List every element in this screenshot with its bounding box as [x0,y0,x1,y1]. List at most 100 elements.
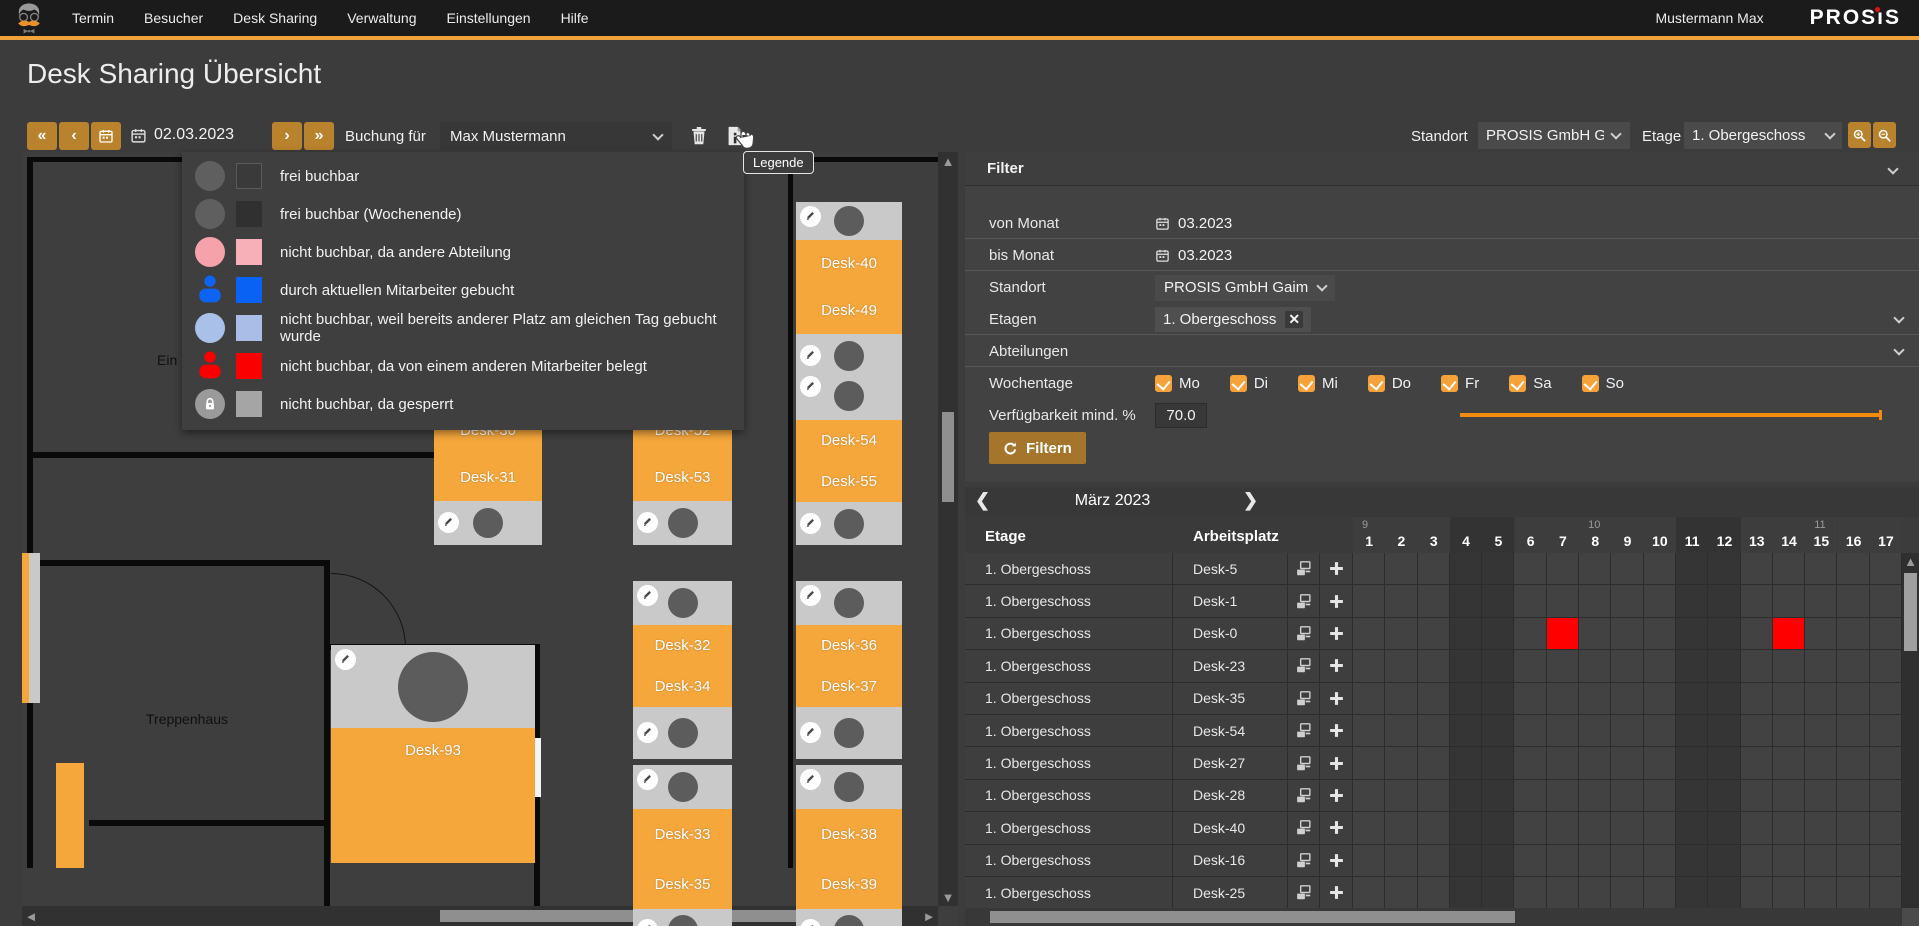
remove-chip-icon[interactable]: ✕ [1285,311,1303,328]
day-cell[interactable] [1547,618,1579,650]
day-cell[interactable] [1418,618,1450,650]
day-cell[interactable] [1741,618,1773,650]
checkbox-checked-icon[interactable] [1368,375,1385,392]
date-fast-back-button[interactable]: « [27,122,57,150]
day-cell[interactable] [1611,553,1643,585]
day-cell[interactable] [1385,877,1417,909]
day-cell[interactable] [1353,877,1385,909]
day-cell[interactable] [1579,715,1611,747]
day-cell[interactable] [1837,618,1869,650]
day-cell[interactable] [1450,683,1482,715]
date-fast-forward-button[interactable]: » [304,122,334,150]
day-cell[interactable] [1353,715,1385,747]
day-cell[interactable] [1741,747,1773,779]
day-cell[interactable] [1385,585,1417,617]
day-cell[interactable] [1579,618,1611,650]
day-cell[interactable] [1676,877,1708,909]
day-cell[interactable] [1418,812,1450,844]
day-cell[interactable] [1482,585,1514,617]
add-booking-button[interactable] [1320,715,1353,747]
add-booking-button[interactable] [1320,812,1353,844]
day-cell[interactable] [1514,618,1546,650]
day-cell[interactable] [1450,618,1482,650]
menu-besucher[interactable]: Besucher [144,10,203,26]
day-cell[interactable] [1611,877,1643,909]
day-cell[interactable] [1837,747,1869,779]
desk-details-button[interactable] [1288,553,1321,585]
zoom-in-button[interactable] [1848,122,1871,148]
day-cell[interactable] [1805,845,1837,877]
day-cell[interactable] [1611,618,1643,650]
day-cell[interactable] [1450,780,1482,812]
day-cell[interactable] [1353,618,1385,650]
day-cell[interactable] [1482,877,1514,909]
add-booking-button[interactable] [1320,683,1353,715]
day-cell[interactable] [1870,877,1902,909]
date-back-button[interactable]: ‹ [59,122,89,150]
add-booking-button[interactable] [1320,780,1353,812]
day-cell[interactable] [1870,585,1902,617]
day-cell[interactable] [1450,585,1482,617]
desk-block[interactable]: Desk-38Desk-39 [796,765,902,926]
edit-desk-button[interactable] [800,345,821,366]
day-cell[interactable] [1482,618,1514,650]
checkbox-checked-icon[interactable] [1230,375,1247,392]
day-cell[interactable] [1773,747,1805,779]
day-cell[interactable] [1514,845,1546,877]
prev-month-button[interactable]: ❮ [975,490,990,511]
day-cell[interactable] [1805,553,1837,585]
day-cell[interactable] [1837,683,1869,715]
bis-monat-field[interactable]: 03.2023 [1155,240,1903,270]
desk-details-button[interactable] [1288,877,1321,909]
day-cell[interactable] [1870,812,1902,844]
abteilungen-select[interactable] [1155,336,1903,366]
day-cell[interactable] [1579,812,1611,844]
day-cell[interactable] [1676,585,1708,617]
desk-details-button[interactable] [1288,812,1321,844]
day-cell[interactable] [1385,650,1417,682]
day-cell[interactable] [1418,877,1450,909]
day-cell[interactable] [1870,553,1902,585]
menu-termin[interactable]: Termin [72,10,114,26]
availability-input[interactable]: 70.0 [1155,403,1207,428]
day-cell[interactable] [1870,618,1902,650]
day-cell[interactable] [1870,715,1902,747]
day-cell[interactable] [1547,553,1579,585]
day-cell[interactable] [1708,553,1740,585]
floorplan-vscroll-thumb[interactable] [942,412,954,502]
chevron-down-icon[interactable] [1893,312,1904,323]
day-cell[interactable] [1773,812,1805,844]
day-cell[interactable] [1482,715,1514,747]
day-cell[interactable] [1708,845,1740,877]
day-cell[interactable] [1418,747,1450,779]
edit-desk-button[interactable] [637,769,658,790]
desk-details-button[interactable] [1288,747,1321,779]
weekday-checkbox-do[interactable]: Do [1368,375,1411,392]
date-today-button[interactable] [91,122,121,150]
day-cell[interactable] [1741,715,1773,747]
day-cell[interactable] [1385,780,1417,812]
day-cell[interactable] [1514,812,1546,844]
filter-header[interactable]: Filter [965,152,1919,186]
edit-desk-button[interactable] [800,769,821,790]
day-cell[interactable] [1514,715,1546,747]
day-cell[interactable] [1837,877,1869,909]
day-cell[interactable] [1837,845,1869,877]
day-cell[interactable] [1805,747,1837,779]
day-cell[interactable] [1676,553,1708,585]
day-cell[interactable] [1353,780,1385,812]
desk-details-button[interactable] [1288,650,1321,682]
day-cell[interactable] [1708,812,1740,844]
day-cell[interactable] [1805,585,1837,617]
day-cell[interactable] [1450,553,1482,585]
day-cell[interactable] [1514,553,1546,585]
add-booking-button[interactable] [1320,877,1353,909]
desk-details-button[interactable] [1288,715,1321,747]
day-cell[interactable] [1450,747,1482,779]
desk-block[interactable]: Desk-93 [331,645,535,863]
menu-einstellungen[interactable]: Einstellungen [447,10,531,26]
day-cell[interactable] [1450,650,1482,682]
day-cell[interactable] [1644,877,1676,909]
day-cell[interactable] [1450,715,1482,747]
scroll-left-arrow[interactable]: ◄ [22,906,40,926]
